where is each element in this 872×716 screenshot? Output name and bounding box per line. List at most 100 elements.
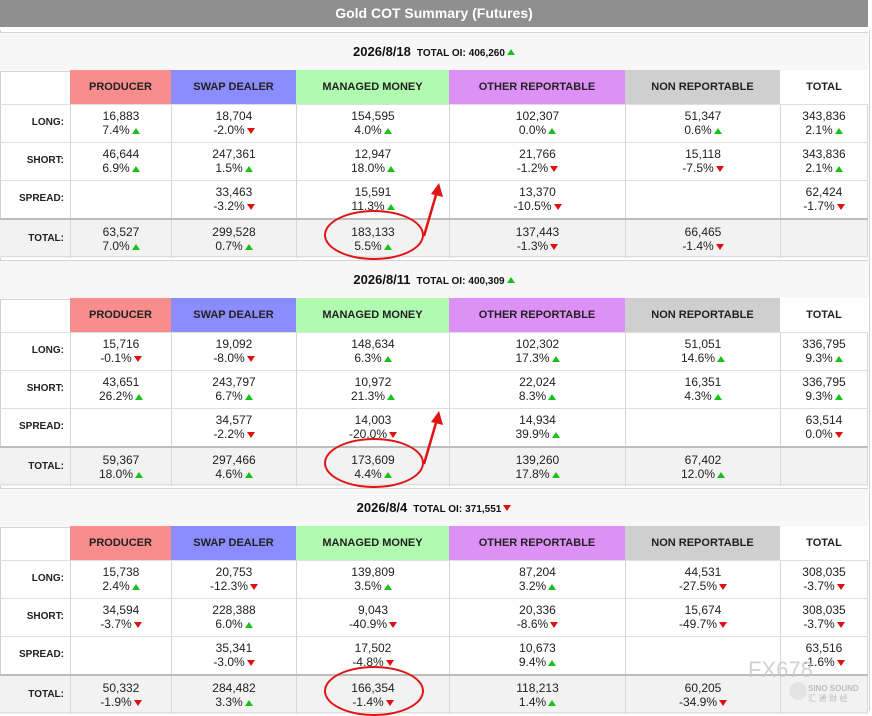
change-wrap: 1.4% — [450, 695, 625, 709]
position-value: 148,634 — [351, 337, 395, 351]
change-percent: 2.1% — [805, 161, 833, 175]
table-cell: 62,424 -1.7% — [780, 180, 868, 218]
change-percent: -8.0% — [213, 351, 245, 365]
change-wrap: 7.4% — [71, 123, 171, 137]
down-arrow-icon — [385, 659, 394, 666]
change-wrap: 4.6% — [172, 467, 296, 481]
column-header-other-reportable: OTHER REPORTABLE — [449, 526, 625, 560]
column-header-swap-dealer: SWAP DEALER — [171, 526, 296, 560]
up-arrow-icon — [383, 355, 392, 362]
table-cell: 9,043 -40.9% — [296, 598, 449, 636]
position-value: 33,463 — [215, 185, 253, 199]
change-wrap: 21.3% — [297, 389, 449, 403]
change-wrap: 0.0% — [450, 123, 625, 137]
table-cell: 50,332 -1.9% — [70, 676, 171, 714]
position-value: 297,466 — [212, 453, 256, 467]
change-wrap: -49.7% — [626, 617, 780, 631]
total-oi-label: TOTAL OI: — [416, 276, 466, 287]
total-oi-label: TOTAL OI: — [416, 48, 466, 59]
change-percent: 8.3% — [518, 389, 547, 403]
change-percent: 18.0% — [98, 467, 134, 481]
column-header-swap-dealer: SWAP DEALER — [171, 298, 296, 332]
table-cell: 13,370 -10.5% — [449, 180, 625, 218]
change-wrap: 3.5% — [297, 579, 449, 593]
position-value: 154,595 — [351, 109, 395, 123]
position-value: 51,347 — [684, 109, 722, 123]
table-cell: 63,527 7.0% — [70, 220, 171, 258]
table-cell: 33,463 -3.2% — [171, 180, 296, 218]
up-arrow-icon — [834, 355, 843, 362]
down-arrow-icon — [719, 621, 728, 628]
change-percent: -10.5% — [513, 199, 552, 213]
position-value: 343,836 — [802, 109, 846, 123]
change-wrap: -1.7% — [781, 199, 867, 213]
change-percent: 0.0% — [518, 123, 547, 137]
change-wrap: -12.3% — [172, 579, 296, 593]
table-cell: 22,024 8.3% — [449, 370, 625, 408]
change-percent: -49.7% — [678, 617, 718, 631]
column-header-total: TOTAL — [780, 298, 868, 332]
change-wrap: -40.9% — [297, 617, 449, 631]
table-cell: 10,972 21.3% — [296, 370, 449, 408]
table-cell: 299,528 0.7% — [171, 220, 296, 258]
table-cell: 308,035 -3.7% — [780, 598, 868, 636]
total-oi-value: 406,260 — [468, 48, 505, 59]
annotation-arrow-icon — [422, 183, 443, 237]
position-value: 118,213 — [516, 681, 559, 695]
position-value: 15,716 — [102, 337, 140, 351]
section-header: 2026/8/4 TOTAL OI: 371,551 — [0, 488, 868, 528]
table-cell: 297,466 4.6% — [171, 448, 296, 486]
change-wrap: -3.2% — [172, 199, 296, 213]
up-arrow-icon — [548, 699, 557, 706]
up-arrow-icon — [244, 243, 253, 250]
change-wrap: -8.0% — [172, 351, 296, 365]
row-label: SHORT: — [26, 383, 64, 394]
table-cell: 66,465 -1.4% — [625, 220, 780, 258]
change-wrap: 3.3% — [172, 695, 296, 709]
table-row: SHORT: 43,651 26.2% 243,797 6.7% 10,972 21.3% 2… — [0, 370, 868, 408]
table-cell: 16,883 7.4% — [70, 104, 171, 142]
table-cell: 102,307 0.0% — [449, 104, 625, 142]
up-arrow-icon — [244, 165, 253, 172]
column-header-other-reportable: OTHER REPORTABLE — [449, 298, 625, 332]
up-arrow-icon — [548, 127, 557, 134]
table-cell: 336,795 9.3% — [780, 332, 868, 370]
position-value: 139,809 — [351, 565, 395, 579]
table-cell: 308,035 -3.7% — [780, 560, 868, 598]
down-arrow-icon — [834, 431, 843, 438]
position-value: 336,795 — [802, 337, 846, 351]
highlight-circle — [324, 666, 424, 716]
up-arrow-icon — [244, 471, 253, 478]
position-value: 10,673 — [519, 641, 556, 655]
cot-section: 2026/8/4 TOTAL OI: 371,551 PRODUCER SWAP DEA… — [0, 488, 868, 716]
change-percent: -8.6% — [516, 617, 549, 631]
table-cell: 18,704 -2.0% — [171, 104, 296, 142]
table-cell: 247,361 1.5% — [171, 142, 296, 180]
up-arrow-icon — [131, 243, 140, 250]
change-percent: 3.5% — [354, 579, 382, 593]
table-cell: 20,336 -8.6% — [449, 598, 625, 636]
watermark-sub: SINO SOUND — [808, 684, 859, 693]
position-value: 63,514 — [805, 413, 843, 427]
position-value: 46,644 — [102, 147, 140, 161]
change-percent: 12.0% — [680, 467, 716, 481]
up-arrow-icon — [834, 393, 843, 400]
up-arrow-icon — [383, 583, 392, 590]
divider — [0, 484, 868, 485]
row-label: TOTAL: — [28, 689, 64, 700]
position-value: 139,260 — [515, 453, 560, 467]
position-value: 43,651 — [102, 375, 140, 389]
up-arrow-icon — [548, 393, 557, 400]
change-wrap: -7.5% — [626, 161, 780, 175]
up-arrow-icon — [244, 621, 253, 628]
down-arrow-icon — [550, 165, 559, 172]
down-arrow-icon — [246, 127, 255, 134]
change-percent: 39.9% — [515, 427, 550, 441]
change-percent: -27.5% — [678, 579, 718, 593]
up-arrow-icon — [244, 699, 253, 706]
position-value: 228,388 — [212, 603, 256, 617]
highlight-circle — [324, 438, 424, 488]
down-arrow-icon — [133, 699, 142, 706]
up-arrow-icon — [717, 471, 726, 478]
change-wrap: -1.4% — [626, 239, 780, 253]
